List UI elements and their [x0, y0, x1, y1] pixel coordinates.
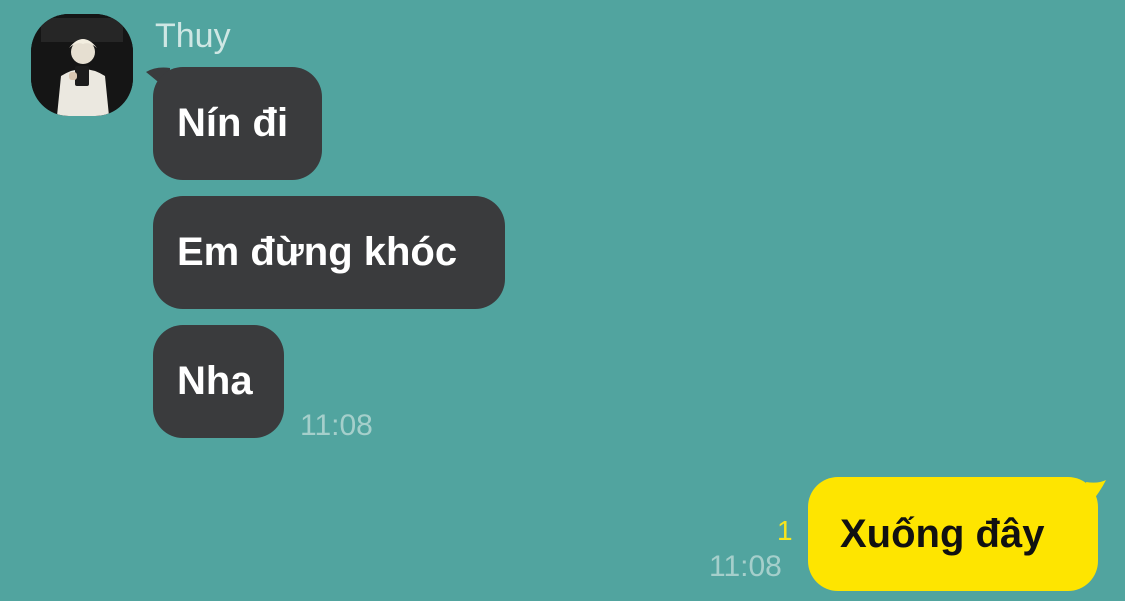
incoming-message-bubble[interactable]: Nín đi — [153, 67, 322, 180]
outgoing-bubble-tail — [1086, 480, 1106, 504]
incoming-message-timestamp: 11:08 — [300, 409, 373, 442]
unread-count: 1 — [777, 515, 793, 546]
profile-photo-icon — [31, 14, 133, 116]
incoming-message-bubble[interactable]: Em đừng khóc — [153, 196, 505, 309]
sender-name: Thuy — [155, 17, 231, 55]
incoming-message-bubble[interactable]: Nha — [153, 325, 284, 438]
outgoing-message-bubble[interactable]: Xuống đây — [808, 477, 1098, 591]
avatar[interactable] — [31, 14, 133, 116]
outgoing-message-timestamp: 11:08 — [709, 550, 782, 583]
